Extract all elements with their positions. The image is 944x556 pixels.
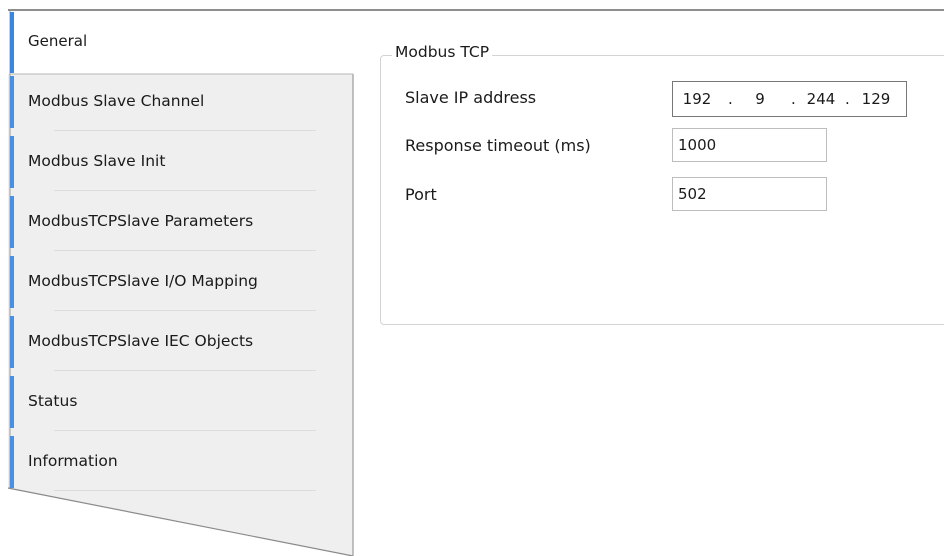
- tab-separator: [54, 370, 316, 371]
- ip-separator: .: [728, 90, 733, 108]
- tab-modbustcpslave-io-mapping[interactable]: ModbusTCPSlave I/O Mapping: [10, 254, 353, 311]
- ip-octet-2[interactable]: 9: [747, 82, 773, 116]
- ip-separator: .: [845, 90, 850, 108]
- tab-modbus-slave-channel[interactable]: Modbus Slave Channel: [10, 74, 353, 131]
- tab-separator: [54, 250, 316, 251]
- tab-label: Modbus Slave Channel: [28, 92, 205, 110]
- tab-indicator: [10, 436, 14, 488]
- tab-general[interactable]: General: [10, 12, 353, 73]
- ip-octet-1[interactable]: 192: [681, 82, 713, 116]
- ip-separator: .: [791, 90, 796, 108]
- tab-modbustcpslave-parameters[interactable]: ModbusTCPSlave Parameters: [10, 194, 353, 251]
- tab-label: ModbusTCPSlave Parameters: [28, 212, 254, 230]
- ip-octet-4[interactable]: 129: [857, 82, 895, 116]
- response-timeout-input[interactable]: 1000: [672, 128, 827, 162]
- port-input[interactable]: 502: [672, 177, 827, 211]
- groupbox-title: Modbus TCP: [392, 43, 493, 61]
- tab-indicator: [10, 256, 14, 308]
- tab-indicator: [10, 76, 14, 128]
- tab-modbustcpslave-iec-objects[interactable]: ModbusTCPSlave IEC Objects: [10, 314, 353, 371]
- tab-separator: [54, 190, 316, 191]
- slave-ip-label: Slave IP address: [405, 88, 537, 107]
- port-label: Port: [405, 185, 437, 204]
- tab-label: General: [28, 32, 88, 50]
- top-border: [8, 9, 944, 11]
- tab-indicator: [10, 196, 14, 248]
- tab-modbus-slave-init[interactable]: Modbus Slave Init: [10, 134, 353, 191]
- slave-ip-field[interactable]: 192 . 9 . 244 . 129: [672, 81, 907, 117]
- tab-information[interactable]: Information: [10, 434, 353, 491]
- tab-label: ModbusTCPSlave I/O Mapping: [28, 272, 258, 290]
- tab-separator: [54, 130, 316, 131]
- tab-indicator: [10, 376, 14, 428]
- tab-active-indicator: [10, 12, 14, 73]
- tab-label: Information: [28, 452, 118, 470]
- tab-separator: [54, 490, 316, 491]
- response-timeout-label: Response timeout (ms): [405, 136, 591, 155]
- tab-indicator: [10, 136, 14, 188]
- tab-separator: [54, 430, 316, 431]
- ip-octet-3[interactable]: 244: [803, 82, 839, 116]
- tab-separator: [54, 310, 316, 311]
- tab-indicator: [10, 316, 14, 368]
- tab-label: ModbusTCPSlave IEC Objects: [28, 332, 254, 350]
- tab-label: Modbus Slave Init: [28, 152, 166, 170]
- tab-status[interactable]: Status: [10, 374, 353, 431]
- tab-label: Status: [28, 392, 78, 410]
- device-settings-window: General Modbus Slave Channel Modbus Slav…: [0, 0, 944, 556]
